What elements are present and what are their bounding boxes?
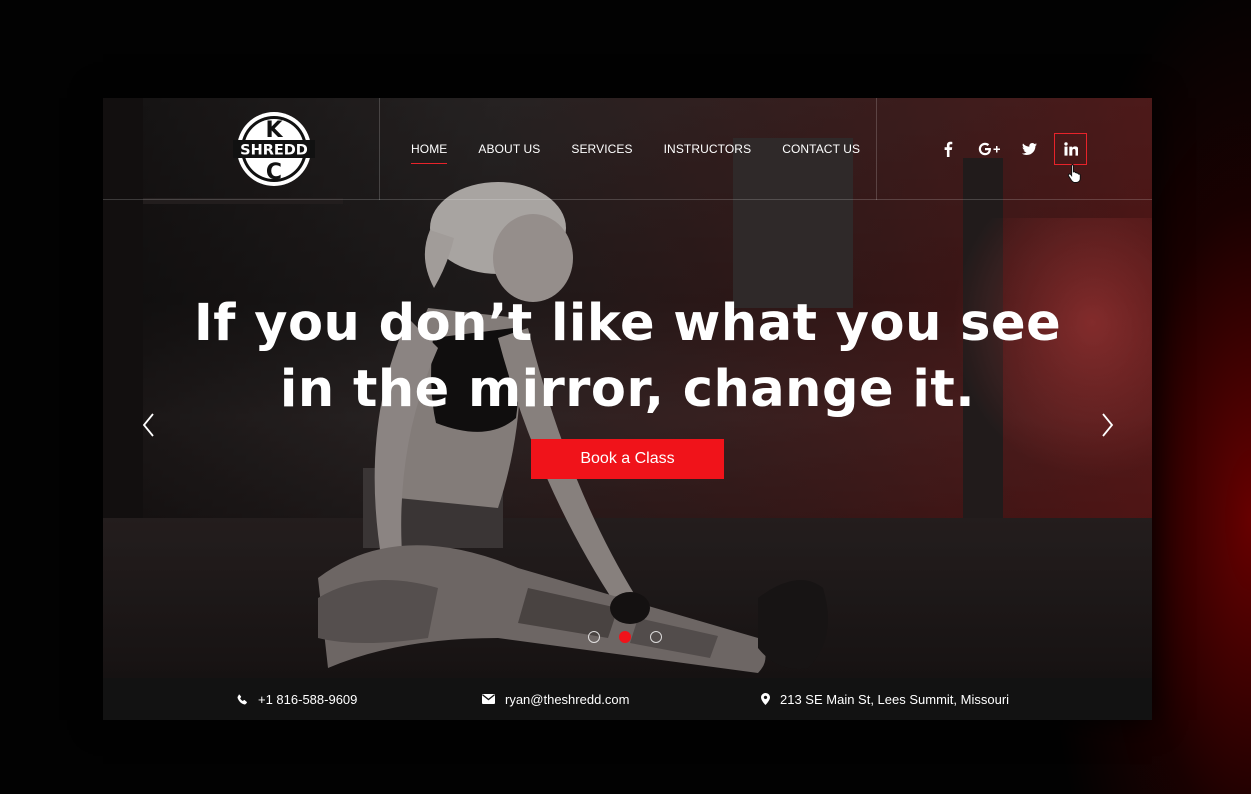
slider-prev-arrow-icon[interactable] [141, 412, 157, 438]
nav-services[interactable]: SERVICES [571, 142, 632, 156]
contact-bar: +1 816-588-9609 ryan@theshredd.com 213 S… [103, 678, 1152, 720]
google-plus-icon[interactable] [972, 133, 1005, 165]
brand-logo[interactable]: K SHREDD C [231, 110, 317, 188]
logo-letter-k: K [265, 118, 283, 143]
slider-next-arrow-icon[interactable] [1099, 412, 1115, 438]
hand-cursor-icon [1067, 164, 1081, 183]
twitter-icon[interactable] [1013, 133, 1046, 165]
header-divider [379, 98, 380, 200]
logo-wordmark: SHREDD [240, 143, 308, 159]
website-mockup: K SHREDD C HOME ABOUT US SERVICES INSTRU… [103, 98, 1152, 720]
contact-phone[interactable]: +1 816-588-9609 [237, 678, 357, 720]
facebook-icon[interactable] [931, 133, 964, 165]
book-a-class-button[interactable]: Book a Class [531, 439, 724, 479]
linkedin-icon[interactable] [1054, 133, 1087, 165]
hero-headline-line-2: in the mirror, change it. [279, 360, 976, 419]
main-nav: HOME ABOUT US SERVICES INSTRUCTORS CONTA… [411, 98, 891, 200]
phone-icon [237, 693, 247, 704]
map-pin-icon [761, 693, 770, 705]
slider-dot-1[interactable] [588, 631, 600, 643]
envelope-icon [482, 694, 495, 704]
nav-instructors[interactable]: INSTRUCTORS [664, 142, 752, 156]
contact-email[interactable]: ryan@theshredd.com [482, 678, 629, 720]
phone-number: +1 816-588-9609 [258, 691, 358, 707]
site-header: K SHREDD C HOME ABOUT US SERVICES INSTRU… [103, 98, 1152, 200]
slider-dot-2[interactable] [619, 631, 631, 643]
slider-dot-3[interactable] [650, 631, 662, 643]
logo-letter-c: C [266, 160, 282, 185]
nav-contact-us[interactable]: CONTACT US [782, 142, 860, 156]
email-address: ryan@theshredd.com [505, 691, 630, 707]
nav-about-us[interactable]: ABOUT US [478, 142, 540, 156]
hero-headline-line-1: If you don’t like what you see [193, 294, 1062, 353]
slider-pagination [588, 631, 681, 643]
contact-address[interactable]: 213 SE Main St, Lees Summit, Missouri [761, 678, 1009, 720]
social-links [931, 133, 1095, 165]
nav-home[interactable]: HOME [411, 142, 448, 164]
hero-headline: If you don’t like what you see in the mi… [103, 291, 1152, 423]
street-address: 213 SE Main St, Lees Summit, Missouri [780, 691, 1010, 707]
